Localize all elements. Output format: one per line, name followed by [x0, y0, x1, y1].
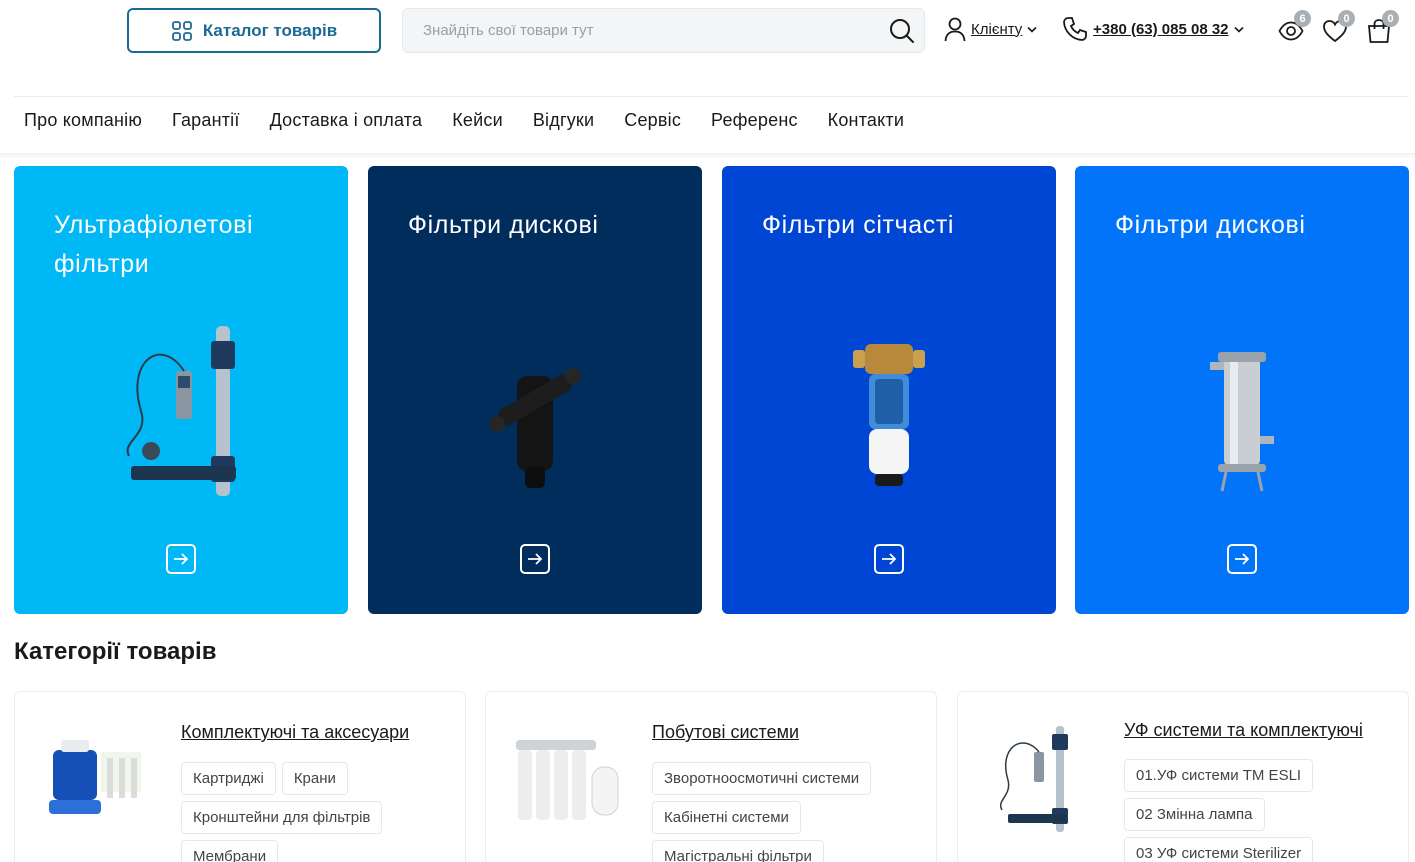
promo-card-title: Фільтри сітчасті [762, 211, 955, 239]
client-menu-label: Клієнту [971, 20, 1023, 38]
category-card: УФ системи та комплектуючі 01.УФ системи… [957, 691, 1409, 862]
search-box [402, 8, 925, 53]
household-systems-image [516, 740, 619, 820]
nav-item-reference[interactable]: Референс [711, 110, 798, 131]
promo-card-mesh-filters[interactable]: Фільтри сітчасті [722, 166, 1056, 614]
uv-filter-image [126, 326, 236, 496]
category-tag[interactable]: Мембрани [181, 840, 279, 862]
nav-item-delivery[interactable]: Доставка і оплата [270, 110, 423, 131]
promo-card-title: Фільтри дискові [1115, 211, 1306, 239]
views-count-badge: 6 [1294, 10, 1311, 27]
promo-card-arrow[interactable] [520, 544, 550, 574]
user-icon [944, 17, 966, 42]
category-tags: 01.УФ системи ТМ ESLI 02 Змінна лампа 03… [1124, 759, 1324, 862]
phone-number: +380 (63) 085 08 32 [1093, 20, 1229, 38]
nav-item-about[interactable]: Про компанію [24, 110, 142, 131]
chevron-down-icon [1027, 26, 1037, 33]
wishlist-count-badge: 0 [1338, 10, 1355, 27]
client-menu[interactable]: Клієнту [944, 16, 1037, 42]
chevron-down-icon [1233, 26, 1244, 33]
category-tags: Зворотноосмотичні системи Кабінетні сист… [652, 762, 922, 862]
promo-card-uv-filters[interactable]: Ультрафіолетові фільтри [14, 166, 348, 614]
category-card: Комплектуючі та аксесуари Картриджі Кран… [14, 691, 466, 862]
category-tag[interactable]: 01.УФ системи ТМ ESLI [1124, 759, 1314, 792]
accessories-image [49, 740, 141, 814]
promo-card-arrow[interactable] [874, 544, 904, 574]
nav-item-reviews[interactable]: Відгуки [533, 110, 594, 131]
bag-filter-image [1210, 352, 1274, 492]
category-tag[interactable]: Картриджі [181, 762, 276, 795]
category-tag[interactable]: Крани [281, 762, 348, 795]
category-title[interactable]: Побутові системи [652, 722, 799, 743]
search-input[interactable] [403, 9, 873, 52]
category-tag[interactable]: Зворотноосмотичні системи [652, 762, 872, 795]
catalog-button[interactable]: Каталог товарів [127, 8, 381, 53]
nav-item-cases[interactable]: Кейси [452, 110, 503, 131]
category-tag[interactable]: Магістральні фільтри [652, 840, 824, 862]
wishlist-button[interactable]: 0 [1322, 10, 1356, 48]
promo-card-arrow[interactable] [166, 544, 196, 574]
arrow-right-icon [882, 553, 897, 565]
category-title[interactable]: УФ системи та комплектуючі [1124, 720, 1363, 741]
nav-item-service[interactable]: Сервіс [624, 110, 681, 131]
header: Каталог товарів Клієнту +380 (63) 085 08… [0, 0, 1415, 96]
promo-card-title: Ультрафіолетові фільтри [54, 211, 254, 278]
cart-button[interactable]: 0 [1366, 10, 1400, 48]
disc-filter-image [489, 368, 581, 488]
arrow-right-icon [528, 553, 543, 565]
section-title-categories: Категорії товарів [14, 638, 217, 665]
cart-count-badge: 0 [1382, 10, 1399, 27]
main-nav: Про компанію Гарантії Доставка і оплата … [24, 110, 904, 131]
phone-menu[interactable]: +380 (63) 085 08 32 [1062, 16, 1244, 42]
category-card: Побутові системи Зворотноосмотичні систе… [485, 691, 937, 862]
grid-icon [171, 20, 192, 41]
promo-card-title: Фільтри дискові [408, 211, 599, 239]
uv-systems-image [999, 726, 1068, 832]
promo-card-disc-filters[interactable]: Фільтри дискові [368, 166, 702, 614]
promo-card-arrow[interactable] [1227, 544, 1257, 574]
search-icon[interactable] [888, 17, 916, 45]
category-title[interactable]: Комплектуючі та аксесуари [181, 722, 409, 743]
category-tag[interactable]: Кронштейни для фільтрів [181, 801, 383, 834]
category-tags: Картриджі Крани Кронштейни для фільтрів … [181, 762, 451, 862]
nav-item-contacts[interactable]: Контакти [828, 110, 904, 131]
promo-card-disc-filters-2[interactable]: Фільтри дискові [1075, 166, 1409, 614]
nav-divider [0, 153, 1415, 159]
mesh-filter-image [853, 344, 925, 486]
viewed-products-button[interactable]: 6 [1278, 10, 1312, 48]
phone-icon [1063, 17, 1087, 41]
nav-item-guarantees[interactable]: Гарантії [172, 110, 240, 131]
arrow-right-icon [1235, 553, 1250, 565]
arrow-right-icon [174, 553, 189, 565]
header-divider [14, 96, 1409, 97]
category-tag[interactable]: 02 Змінна лампа [1124, 798, 1265, 831]
category-tag[interactable]: Кабінетні системи [652, 801, 801, 834]
category-tag[interactable]: 03 УФ системи Sterilizer [1124, 837, 1314, 862]
catalog-button-label: Каталог товарів [202, 20, 338, 40]
